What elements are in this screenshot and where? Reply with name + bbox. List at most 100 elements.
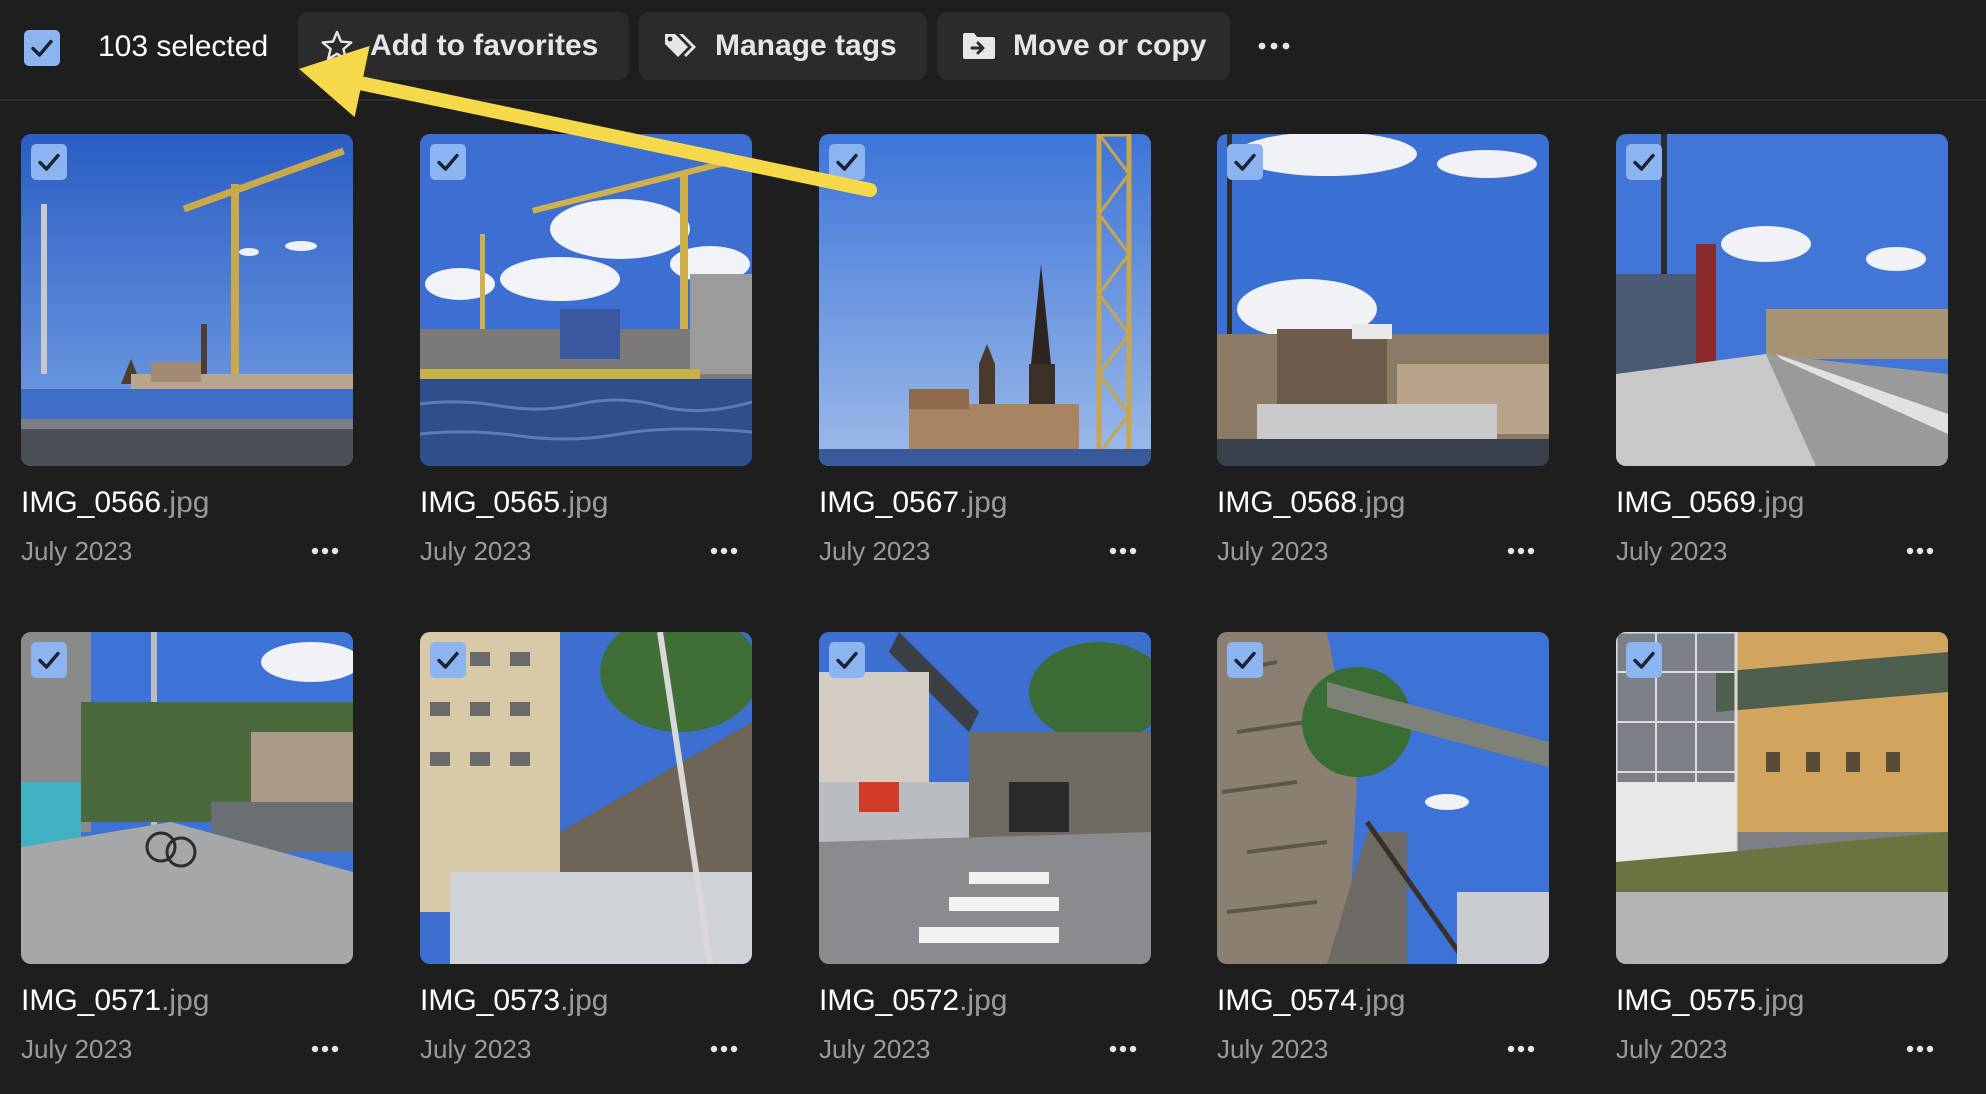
- photo-more-button[interactable]: [1105, 534, 1141, 568]
- photo-extension: .jpg: [560, 984, 609, 1017]
- checkmark-icon: [1234, 651, 1256, 669]
- selection-toolbar: 103 selected Add to favorites Manage tag…: [0, 0, 1986, 101]
- star-icon: [320, 29, 354, 63]
- photo-filename: IMG_0566.jpg: [21, 484, 209, 522]
- photo-filename: IMG_0572.jpg: [819, 982, 1007, 1020]
- more-actions-button[interactable]: [1252, 24, 1296, 68]
- photo-select-checkbox[interactable]: [430, 642, 466, 678]
- photo-filename: IMG_0568.jpg: [1217, 484, 1405, 522]
- photo-select-checkbox[interactable]: [1227, 144, 1263, 180]
- photo-gallery-page: 103 selected Add to favorites Manage tag…: [0, 0, 1986, 1094]
- photo-select-checkbox[interactable]: [1626, 144, 1662, 180]
- photo-thumbnail[interactable]: [21, 632, 353, 964]
- photo-extension: .jpg: [1357, 984, 1406, 1017]
- photo-date: July 2023: [819, 536, 931, 566]
- checkmark-icon: [437, 153, 459, 171]
- photo-basename: IMG_0567: [819, 486, 960, 519]
- photo-card[interactable]: IMG_0574.jpg July 2023: [1217, 632, 1549, 1082]
- more-horizontal-icon: [710, 1045, 738, 1053]
- photo-basename: IMG_0569: [1616, 486, 1757, 519]
- photo-date: July 2023: [819, 1034, 931, 1064]
- more-horizontal-icon: [710, 547, 738, 555]
- more-horizontal-icon: [1507, 547, 1535, 555]
- photo-date: July 2023: [21, 1034, 133, 1064]
- photo-more-button[interactable]: [1902, 534, 1938, 568]
- photo-date: July 2023: [420, 1034, 532, 1064]
- photo-filename: IMG_0574.jpg: [1217, 982, 1405, 1020]
- photo-card[interactable]: IMG_0572.jpg July 2023: [819, 632, 1151, 1082]
- photo-select-checkbox[interactable]: [1626, 642, 1662, 678]
- photo-basename: IMG_0572: [819, 984, 960, 1017]
- folder-move-icon: [961, 31, 997, 61]
- photo-card[interactable]: IMG_0565.jpg July 2023: [420, 134, 752, 584]
- photo-card[interactable]: IMG_0566.jpg July 2023: [21, 134, 353, 584]
- move-or-copy-button[interactable]: Move or copy: [937, 12, 1230, 80]
- photo-date: July 2023: [1616, 1034, 1728, 1064]
- photo-more-button[interactable]: [307, 1032, 343, 1066]
- photo-thumbnail[interactable]: [1616, 632, 1948, 964]
- photo-date: July 2023: [21, 536, 133, 566]
- photo-basename: IMG_0575: [1616, 984, 1757, 1017]
- photo-extension: .jpg: [959, 486, 1008, 519]
- add-to-favorites-label: Add to favorites: [370, 29, 599, 62]
- photo-extension: .jpg: [959, 984, 1008, 1017]
- checkmark-icon: [1633, 153, 1655, 171]
- photo-more-button[interactable]: [1105, 1032, 1141, 1066]
- photo-thumbnail[interactable]: [1217, 134, 1549, 466]
- manage-tags-label: Manage tags: [715, 29, 897, 62]
- checkmark-icon: [38, 651, 60, 669]
- photo-more-button[interactable]: [706, 1032, 742, 1066]
- photo-thumbnail[interactable]: [819, 632, 1151, 964]
- more-horizontal-icon: [311, 547, 339, 555]
- photo-date: July 2023: [1616, 536, 1728, 566]
- photo-extension: .jpg: [1357, 486, 1406, 519]
- checkmark-icon: [836, 651, 858, 669]
- photo-card[interactable]: IMG_0571.jpg July 2023: [21, 632, 353, 1082]
- photo-filename: IMG_0567.jpg: [819, 484, 1007, 522]
- more-horizontal-icon: [1906, 547, 1934, 555]
- photo-select-checkbox[interactable]: [31, 144, 67, 180]
- photo-date: July 2023: [1217, 1034, 1329, 1064]
- photo-select-checkbox[interactable]: [1227, 642, 1263, 678]
- add-to-favorites-button[interactable]: Add to favorites: [298, 12, 629, 80]
- photo-more-button[interactable]: [1503, 534, 1539, 568]
- photo-select-checkbox[interactable]: [829, 144, 865, 180]
- photo-card[interactable]: IMG_0569.jpg July 2023: [1616, 134, 1948, 584]
- photo-select-checkbox[interactable]: [430, 144, 466, 180]
- photo-basename: IMG_0574: [1217, 984, 1358, 1017]
- photo-more-button[interactable]: [1902, 1032, 1938, 1066]
- photo-basename: IMG_0566: [21, 486, 162, 519]
- manage-tags-button[interactable]: Manage tags: [639, 12, 927, 80]
- photo-extension: .jpg: [1756, 984, 1805, 1017]
- photo-card[interactable]: IMG_0575.jpg July 2023: [1616, 632, 1948, 1082]
- checkmark-icon: [836, 153, 858, 171]
- photo-basename: IMG_0568: [1217, 486, 1358, 519]
- photo-thumbnail[interactable]: [1616, 134, 1948, 466]
- photo-date: July 2023: [1217, 536, 1329, 566]
- photo-thumbnail[interactable]: [420, 134, 752, 466]
- more-horizontal-icon: [1109, 547, 1137, 555]
- select-all-checkbox[interactable]: [24, 30, 60, 66]
- photo-more-button[interactable]: [1503, 1032, 1539, 1066]
- photo-extension: .jpg: [161, 486, 210, 519]
- photo-thumbnail[interactable]: [819, 134, 1151, 466]
- selected-count: 103 selected: [98, 30, 269, 63]
- more-horizontal-icon: [1109, 1045, 1137, 1053]
- photo-thumbnail[interactable]: [420, 632, 752, 964]
- photo-select-checkbox[interactable]: [829, 642, 865, 678]
- tags-icon: [663, 30, 699, 62]
- photo-more-button[interactable]: [307, 534, 343, 568]
- photo-extension: .jpg: [1756, 486, 1805, 519]
- photo-extension: .jpg: [161, 984, 210, 1017]
- photo-select-checkbox[interactable]: [31, 642, 67, 678]
- photo-card[interactable]: IMG_0568.jpg July 2023: [1217, 134, 1549, 584]
- photo-extension: .jpg: [560, 486, 609, 519]
- photo-thumbnail[interactable]: [1217, 632, 1549, 964]
- photo-card[interactable]: IMG_0567.jpg July 2023: [819, 134, 1151, 584]
- photo-more-button[interactable]: [706, 534, 742, 568]
- more-horizontal-icon: [1507, 1045, 1535, 1053]
- checkmark-icon: [31, 39, 53, 57]
- photo-basename: IMG_0573: [420, 984, 561, 1017]
- photo-card[interactable]: IMG_0573.jpg July 2023: [420, 632, 752, 1082]
- photo-thumbnail[interactable]: [21, 134, 353, 466]
